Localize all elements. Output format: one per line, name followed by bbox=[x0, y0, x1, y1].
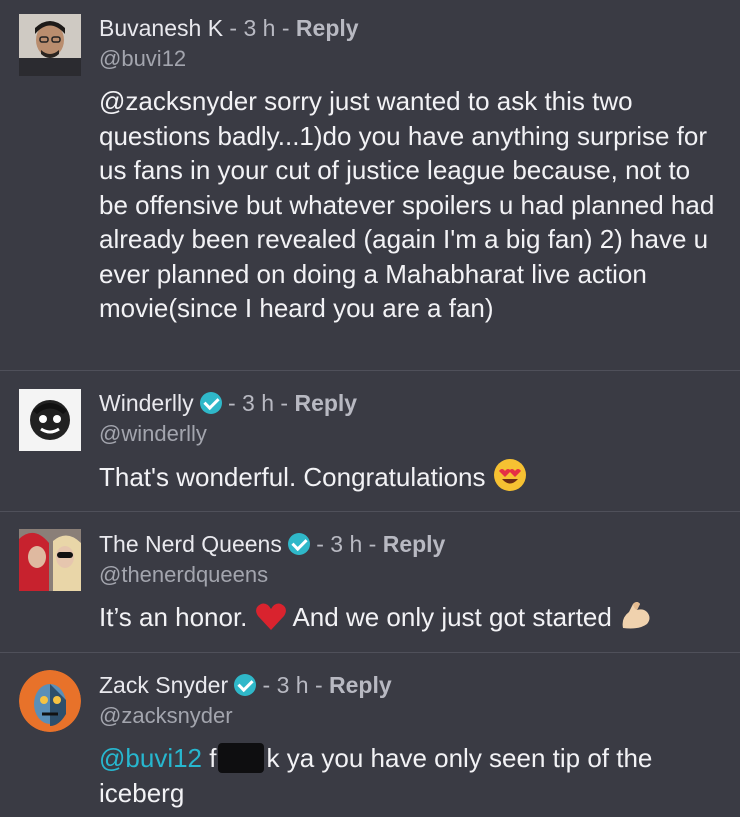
redaction-bar bbox=[218, 743, 265, 773]
timestamp: 3 h bbox=[330, 531, 363, 557]
comment-nerd-queens: The Nerd Queens - 3 h - Reply @thenerdqu… bbox=[0, 512, 740, 652]
user-name[interactable]: Zack Snyder bbox=[99, 672, 228, 698]
user-handle[interactable]: @winderlly bbox=[99, 421, 207, 447]
avatar[interactable] bbox=[19, 14, 81, 76]
reply-button[interactable]: Reply bbox=[294, 390, 357, 416]
separator: - bbox=[227, 390, 236, 416]
comment-header: The Nerd Queens - 3 h - Reply bbox=[99, 530, 445, 558]
separator: - bbox=[368, 531, 377, 557]
comment-buvanesh: Buvanesh K - 3 h - Reply @buvi12 @zacksn… bbox=[0, 0, 740, 370]
comment-text: That's wonderful. Congratulations bbox=[99, 458, 724, 501]
user-handle[interactable]: @thenerdqueens bbox=[99, 562, 268, 588]
avatar[interactable] bbox=[19, 670, 81, 732]
comment-zack-snyder: Zack Snyder - 3 h - Reply @zacksnyder @b… bbox=[0, 653, 740, 817]
user-name[interactable]: The Nerd Queens bbox=[99, 531, 282, 557]
separator: - bbox=[314, 672, 323, 698]
comment-text-part: It’s an honor. bbox=[99, 602, 248, 632]
reply-button[interactable]: Reply bbox=[383, 531, 446, 557]
comment-text: It’s an honor. And we only just got star… bbox=[99, 600, 724, 641]
separator: - bbox=[316, 531, 324, 557]
timestamp: 3 h bbox=[243, 15, 276, 41]
comment-text-prefix: f bbox=[209, 743, 217, 773]
user-name[interactable]: Winderlly bbox=[99, 390, 194, 416]
heart-eyes-emoji-icon bbox=[493, 458, 527, 501]
comment-text: @zacksnyder sorry just wanted to ask thi… bbox=[99, 86, 715, 323]
separator: - bbox=[281, 15, 290, 41]
comment-text: @buvi12 fk ya you have only seen tip of … bbox=[99, 741, 724, 810]
comment-header: Winderlly - 3 h - Reply bbox=[99, 389, 357, 417]
user-handle[interactable]: @zacksnyder bbox=[99, 703, 233, 729]
user-name[interactable]: Buvanesh K bbox=[99, 15, 223, 41]
reply-button[interactable]: Reply bbox=[296, 15, 359, 41]
separator: - bbox=[229, 15, 238, 41]
separator: - bbox=[262, 672, 271, 698]
comment-winderlly: Winderlly - 3 h - Reply @winderlly That'… bbox=[0, 371, 740, 511]
reply-button[interactable]: Reply bbox=[329, 672, 392, 698]
flexed-biceps-emoji-icon bbox=[619, 600, 653, 641]
mention-link[interactable]: @buvi12 bbox=[99, 743, 202, 773]
verified-badge-icon bbox=[199, 392, 222, 414]
user-handle[interactable]: @buvi12 bbox=[99, 46, 186, 72]
red-heart-emoji-icon bbox=[255, 602, 287, 641]
avatar[interactable] bbox=[19, 529, 81, 591]
comment-header: Buvanesh K - 3 h - Reply bbox=[99, 14, 359, 42]
verified-badge-icon bbox=[287, 533, 310, 555]
comment-text-content: That's wonderful. Congratulations bbox=[99, 462, 486, 492]
timestamp: 3 h bbox=[242, 390, 275, 416]
avatar[interactable] bbox=[19, 389, 81, 451]
separator: - bbox=[280, 390, 289, 416]
comment-header: Zack Snyder - 3 h - Reply bbox=[99, 671, 392, 699]
comment-text-part: And we only just got started bbox=[292, 602, 612, 632]
verified-badge-icon bbox=[234, 674, 257, 696]
timestamp: 3 h bbox=[276, 672, 309, 698]
